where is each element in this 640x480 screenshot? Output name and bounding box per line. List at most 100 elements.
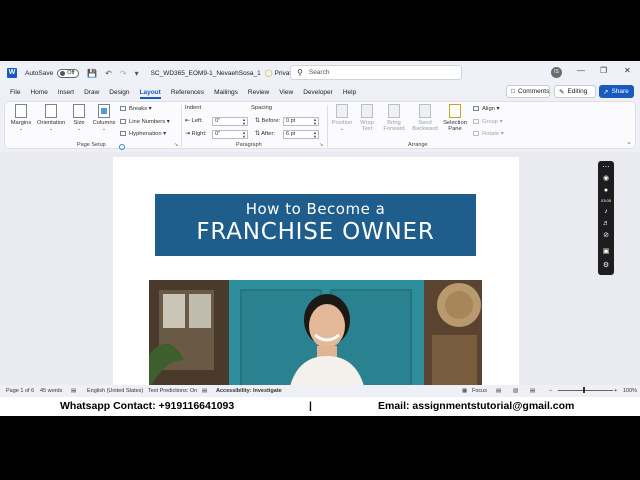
tab-home[interactable]: Home	[30, 89, 47, 96]
comments-button[interactable]: □ Comments	[506, 85, 550, 98]
selection-pane-label-2: Pane	[448, 126, 462, 132]
tab-help[interactable]: Help	[343, 89, 356, 96]
orientation-button[interactable]: Orientation ⌄	[37, 104, 65, 132]
banner-line-1: How to Become a	[245, 200, 386, 218]
gear-icon[interactable]: ⚙	[601, 261, 611, 270]
zoom-slider[interactable]	[558, 390, 613, 391]
read-mode-icon[interactable]: ▤	[496, 388, 501, 394]
language-indicator[interactable]: English (United States)	[87, 388, 143, 394]
indent-left-text: Left:	[191, 118, 203, 124]
paragraph-launcher-icon[interactable]: ↘	[319, 142, 323, 148]
microphone-icon[interactable]: ♪	[601, 207, 611, 216]
save-icon[interactable]: 💾	[87, 69, 97, 78]
wrap-text-button[interactable]: Wrap Text	[353, 104, 381, 132]
hyphenation-button[interactable]: Hyphenation ▾	[120, 131, 166, 137]
close-icon[interactable]: ✕	[624, 66, 631, 75]
avatar[interactable]: IS	[551, 67, 562, 78]
tab-developer[interactable]: Developer	[303, 89, 333, 96]
indent-right-field[interactable]: 0" ▲ ▼	[212, 130, 248, 139]
send-backward-button[interactable]: Send Backward	[411, 104, 439, 132]
web-layout-icon[interactable]: ▤	[530, 388, 535, 394]
columns-button[interactable]: Columns ⌄	[90, 104, 118, 132]
tab-design[interactable]: Design	[109, 89, 129, 96]
window-icon[interactable]: ▣	[601, 247, 611, 256]
print-layout-icon[interactable]: ▧	[513, 388, 518, 394]
tab-layout[interactable]: Layout	[139, 89, 162, 99]
tab-file[interactable]: File	[10, 89, 20, 96]
line-numbers-button[interactable]: Line Numbers ▾	[120, 119, 170, 125]
spacing-after-value: 6 pt	[286, 131, 296, 137]
undo-icon[interactable]: ↶	[105, 69, 112, 78]
spacing-after-text: After:	[261, 131, 276, 137]
group-button[interactable]: Group ▾	[473, 119, 503, 125]
franchise-owner-photo[interactable]	[149, 280, 482, 390]
position-button[interactable]: Position ⌄	[328, 104, 356, 132]
size-button[interactable]: Size ⌄	[65, 104, 93, 132]
rotate-button[interactable]: Rotate ▾	[473, 131, 504, 137]
spinner-icon[interactable]: ▲ ▼	[313, 118, 317, 126]
selection-pane-button[interactable]: Selection Pane	[441, 104, 469, 132]
speaker-icon[interactable]: ♬	[601, 219, 611, 228]
customize-toolbar-icon[interactable]: ▾	[135, 69, 139, 78]
zoom-level[interactable]: 100%	[623, 388, 637, 394]
spacing-after-field[interactable]: 6 pt ▲ ▼	[283, 130, 319, 139]
tab-view[interactable]: View	[279, 89, 293, 96]
search-box[interactable]: ⚲ Search	[290, 65, 462, 80]
maximize-icon[interactable]: ❐	[600, 66, 607, 75]
autosave-toggle[interactable]: Off	[57, 68, 80, 78]
spinner-icon[interactable]: ▲ ▼	[242, 118, 246, 126]
focus-icon[interactable]: ▦	[462, 388, 467, 394]
focus-label[interactable]: Focus	[472, 388, 487, 394]
bring-forward-button[interactable]: Bring Forward	[380, 104, 408, 132]
document-canvas[interactable]: How to Become a FRANCHISE OWNER	[0, 152, 640, 397]
spacing-before-field[interactable]: 0 pt ▲ ▼	[283, 117, 319, 126]
zoom-in-icon[interactable]: +	[614, 388, 617, 394]
tab-mailings[interactable]: Mailings	[214, 89, 238, 96]
page-count[interactable]: Page 1 of 6	[6, 388, 34, 394]
zoom-slider-thumb[interactable]	[583, 387, 585, 393]
zoom-out-icon[interactable]: –	[549, 388, 552, 394]
drag-handle-icon[interactable]: ⋯	[601, 163, 611, 172]
chevron-down-icon: ⌄	[76, 126, 82, 132]
editing-button[interactable]: ✎ Editing	[554, 85, 596, 98]
page-setup-launcher-icon[interactable]: ↘	[174, 142, 178, 148]
tab-references[interactable]: References	[171, 89, 204, 96]
bring-forward-label-2: Forward	[383, 126, 405, 132]
record-icon[interactable]: ●	[601, 186, 611, 195]
webcam-off-icon[interactable]: ⊘	[601, 231, 611, 240]
document-page[interactable]: How to Become a FRANCHISE OWNER	[113, 157, 519, 397]
margins-button[interactable]: Margins ⌄	[7, 104, 35, 132]
position-icon	[336, 104, 348, 118]
line-numbers-label: Line Numbers	[129, 119, 166, 126]
text-predictions-status[interactable]: Text Predictions: On	[148, 388, 197, 394]
share-button[interactable]: ↗ Share	[599, 85, 634, 98]
proofing-icon[interactable]: ▤	[71, 388, 76, 394]
comments-label: Comments	[517, 88, 550, 95]
minimize-icon[interactable]: —	[577, 66, 585, 75]
align-button[interactable]: Align ▾	[473, 106, 499, 112]
tab-draw[interactable]: Draw	[84, 89, 99, 96]
email-contact: Email: assignmentstutorial@gmail.com	[378, 400, 575, 412]
photo-illustration	[149, 280, 482, 390]
breaks-icon	[120, 106, 126, 111]
spinner-icon[interactable]: ▲ ▼	[242, 131, 246, 139]
editing-label: Editing	[567, 88, 588, 95]
camera-icon[interactable]: ◉	[601, 174, 611, 183]
tab-review[interactable]: Review	[248, 89, 269, 96]
accessibility-status[interactable]: Accessibility: Investigate	[216, 388, 282, 394]
indent-left-field[interactable]: 0" ▲ ▼	[212, 117, 248, 126]
align-icon	[473, 106, 479, 111]
ribbon-tabs: File Home Insert Draw Design Layout Refe…	[0, 85, 640, 99]
document-filename[interactable]: SC_WD365_EOM9-1_NevaehSosa_1	[151, 70, 261, 77]
send-backward-icon	[419, 104, 431, 118]
spinner-icon[interactable]: ▲ ▼	[313, 131, 317, 139]
collapse-ribbon-icon[interactable]: ⌄	[626, 138, 632, 146]
word-count[interactable]: 45 words	[40, 388, 62, 394]
redo-icon[interactable]: ↷	[120, 69, 127, 78]
indent-right-value: 0"	[215, 131, 221, 137]
tab-insert[interactable]: Insert	[58, 89, 74, 96]
breaks-button[interactable]: Breaks ▾	[120, 106, 152, 112]
indent-left-value: 0"	[215, 118, 221, 124]
recording-timer: 03:05	[600, 198, 611, 203]
title-banner[interactable]: How to Become a FRANCHISE OWNER	[155, 194, 476, 256]
